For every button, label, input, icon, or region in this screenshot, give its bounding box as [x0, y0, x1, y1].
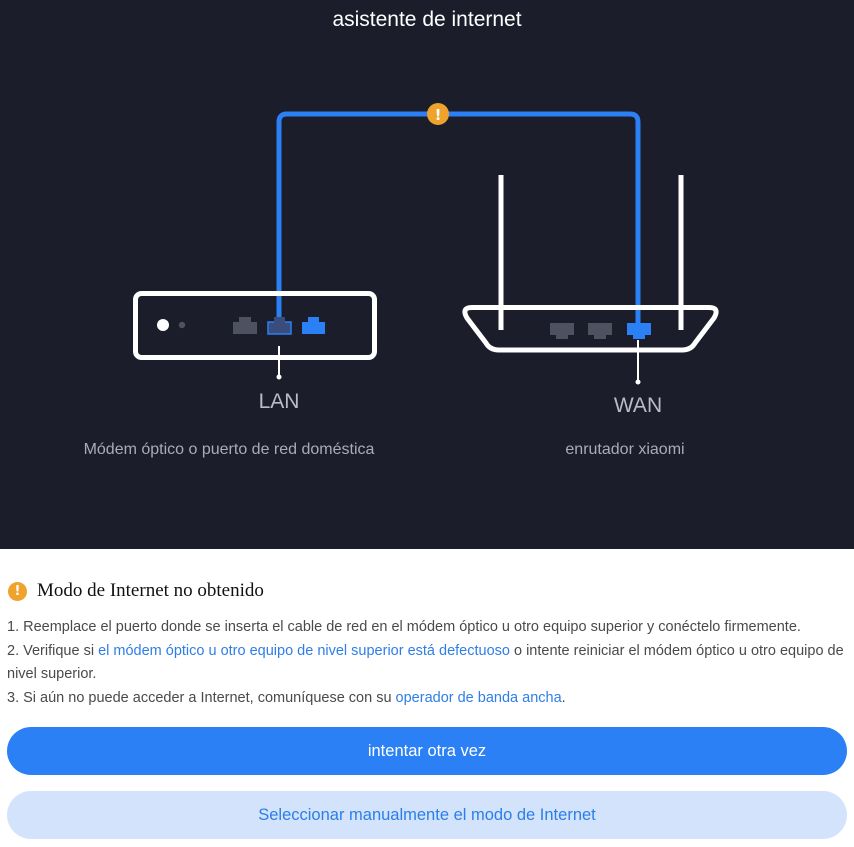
step-2-prefix: 2. Verifique si	[7, 642, 99, 659]
network-cable	[276, 111, 641, 332]
lan-label: LAN	[258, 390, 300, 413]
warning-icon: !	[8, 581, 27, 601]
step-2: 2. Verifique si el módem óptico u otro e…	[7, 640, 849, 687]
faulty-modem-link[interactable]: el módem óptico u otro equipo de nivel s…	[98, 643, 510, 659]
error-title: Modo de Internet no obtenido	[37, 580, 264, 601]
broadband-operator-link[interactable]: operador de banda ancha	[396, 690, 562, 706]
router-icon	[462, 175, 719, 353]
connection-diagram: !	[133, 103, 719, 385]
error-panel: ! Modo de Internet no obtenido 1. Reempl…	[0, 549, 854, 847]
router-caption: enrutador xiaomi	[565, 441, 685, 458]
svg-text:!: !	[435, 106, 442, 124]
retry-button[interactable]: intentar otra vez	[7, 727, 847, 775]
step-3-prefix: 3. Si aún no puede acceder a Internet, c…	[7, 689, 396, 706]
modem-icon	[133, 291, 377, 360]
manual-mode-button[interactable]: Seleccionar manualmente el modo de Inter…	[7, 791, 847, 839]
troubleshooting-steps: 1. Reemplace el puerto donde se inserta …	[7, 616, 849, 710]
error-header: ! Modo de Internet no obtenido	[8, 579, 264, 603]
modem-caption: Módem óptico o puerto de red doméstica	[83, 441, 375, 458]
step-3: 3. Si aún no puede acceder a Internet, c…	[7, 687, 849, 711]
connection-diagram-panel: asistente de internet ! LAN WAN Módem óp…	[0, 0, 854, 549]
step-3-suffix: .	[561, 689, 566, 706]
wan-label: WAN	[613, 394, 663, 417]
warning-icon: !	[427, 103, 449, 125]
step-1: 1. Reemplace el puerto donde se inserta …	[7, 619, 801, 635]
